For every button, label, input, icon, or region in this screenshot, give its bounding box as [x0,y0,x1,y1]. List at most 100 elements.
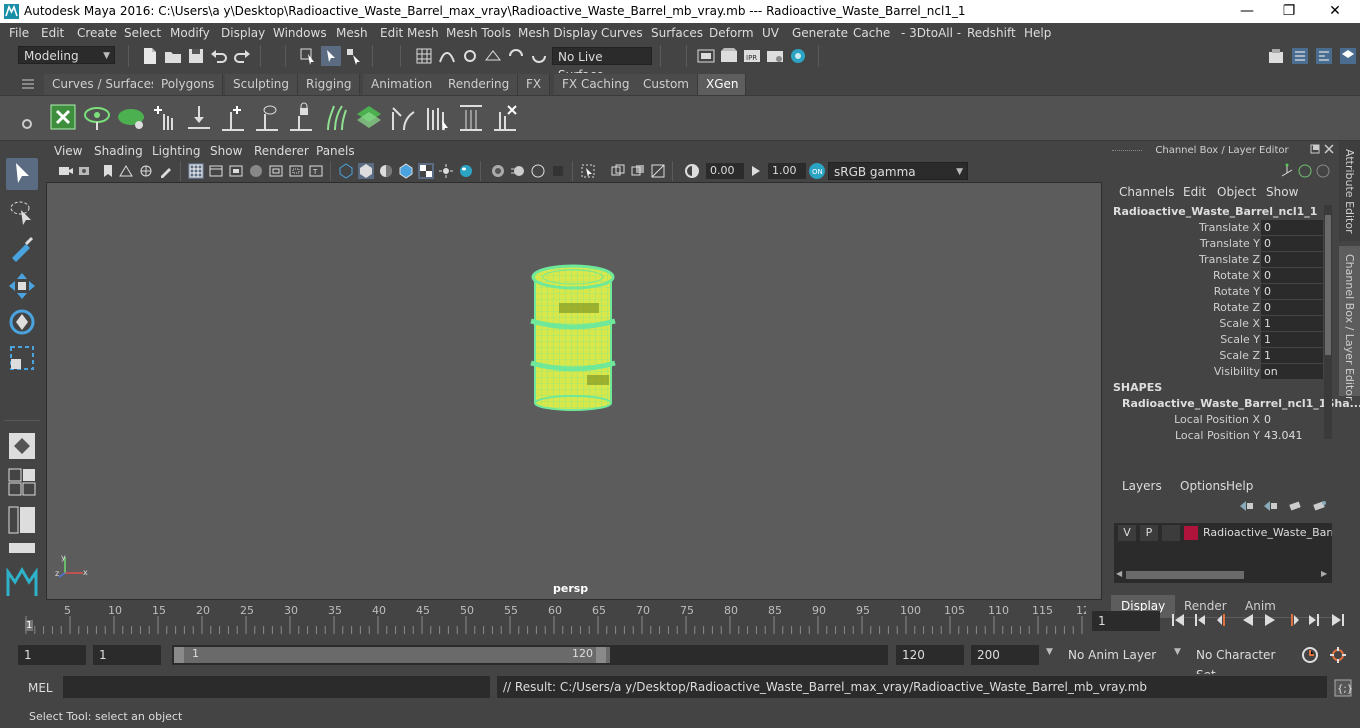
xgen-editor-icon[interactable] [48,102,78,132]
xgen-preview-icon[interactable] [82,102,112,132]
wireframe-icon[interactable] [338,163,354,179]
rotate-tool-icon[interactable] [6,306,38,338]
menu-redshift[interactable]: Redshift [967,26,1016,40]
menu-display[interactable]: Display [221,26,265,40]
attribute-label[interactable]: Rotate Z [1213,301,1260,314]
viewport-menu-shading[interactable]: Shading [94,144,143,158]
tab-curves-surfaces[interactable]: Curves / Surfaces [44,74,167,95]
menu-3dtoall[interactable]: - 3DtoAll - [901,26,961,40]
safe-title-icon[interactable]: T [308,163,324,179]
shape-attribute-value[interactable]: 0 [1261,412,1323,427]
menu-uv[interactable]: UV [762,26,779,40]
motion-blur-icon[interactable] [510,163,526,179]
layer-type-toggle[interactable] [1162,525,1180,541]
gate-mask-icon[interactable] [248,163,264,179]
attribute-label[interactable]: Scale Z [1219,349,1260,362]
snap-to-curve-icon[interactable] [437,46,457,66]
attribute-value[interactable]: 0 [1261,252,1323,267]
attribute-value[interactable]: 0 [1261,236,1323,251]
select-by-object-icon[interactable] [321,46,341,66]
shelf-menu-icon[interactable] [22,79,34,89]
lasso-tool-icon[interactable] [6,196,38,228]
tab-custom[interactable]: Custom [635,74,698,95]
attribute-label[interactable]: Translate Y [1200,237,1260,250]
playback-end-field[interactable]: 120 [896,645,964,665]
options-menu[interactable]: Options [1180,479,1226,493]
attribute-value[interactable]: 0 [1261,300,1323,315]
current-frame-field[interactable]: 1 [1092,611,1160,631]
render-view-icon[interactable] [696,46,716,66]
menu-curves[interactable]: Curves [601,26,643,40]
tab-polygons[interactable]: Polygons [153,74,224,95]
step-forward-frame-icon[interactable] [1306,612,1322,628]
snap-to-view-plane-icon[interactable] [483,46,503,66]
depth-of-field-icon[interactable] [550,163,566,179]
menu-help[interactable]: Help [1024,26,1051,40]
new-empty-layer-icon[interactable] [1288,499,1304,513]
tab-animation[interactable]: Animation [363,74,442,95]
sculpt-guides-icon[interactable] [320,102,350,132]
resolution-gate-icon[interactable] [228,163,244,179]
channel-box-side-tab[interactable]: Channel Box / Layer Editor [1339,246,1360,401]
single-perspective-layout-icon[interactable] [6,430,38,462]
animation-preferences-icon[interactable] [1328,645,1348,665]
gamma-icon[interactable] [748,163,764,179]
guide-visibility-icon[interactable] [252,102,282,132]
grid-toggle-icon[interactable] [188,163,204,179]
modeling-toolkit-icon[interactable] [1266,46,1286,66]
density-brush-icon[interactable] [354,102,384,132]
playback-start-field[interactable]: 1 [93,645,161,665]
attribute-value[interactable]: 1 [1261,348,1323,363]
screen-space-ao-icon[interactable] [490,163,506,179]
lock-guide-icon[interactable] [286,102,316,132]
color-management-icon[interactable]: ON [808,162,826,180]
time-slider[interactable]: 5 10 15 20 25 30 35 40 45 50 55 60 65 70 75 80 85 90 95 100… [18,604,1086,634]
textured-icon[interactable] [418,163,434,179]
move-guide-icon[interactable] [184,102,214,132]
attribute-value[interactable]: 1 [1261,316,1323,331]
shelf-settings-icon[interactable] [21,118,33,130]
hyper-toggle-icon[interactable] [1315,163,1331,179]
show-menu[interactable]: Show [1266,185,1298,199]
menu-windows[interactable]: Windows [273,26,327,40]
xray-icon[interactable] [610,163,626,179]
safe-action-icon[interactable] [288,163,304,179]
anim-layer-selector[interactable]: No Anim Layer [1062,645,1162,665]
menu-edit[interactable]: Edit [41,26,64,40]
shape-attribute-value[interactable]: 43.041 [1261,428,1323,443]
scrollbar-thumb[interactable] [1126,571,1244,579]
maximize-button[interactable]: ❐ [1266,0,1312,23]
menu-generate[interactable]: Generate [792,26,848,40]
camera-icon[interactable] [58,163,74,179]
attribute-editor-side-tab[interactable]: Attribute Editor [1339,141,1360,241]
add-guide-icon[interactable] [150,102,180,132]
bookmark-icon[interactable] [100,163,116,179]
animation-start-field[interactable]: 1 [18,645,86,665]
anti-aliasing-icon[interactable] [530,163,546,179]
chevron-down-icon[interactable]: ▼ [1174,647,1181,657]
auto-key-icon[interactable] [1300,645,1320,665]
tab-rigging[interactable]: Rigging [298,74,361,95]
play-backwards-icon[interactable] [1240,612,1256,628]
attribute-label[interactable]: Rotate Y [1214,285,1260,298]
layer-horizontal-scrollbar[interactable]: ◀ ▶ [1114,569,1332,581]
curves-to-guide-icon[interactable] [422,102,452,132]
make-live-icon[interactable] [506,46,526,66]
shape-attribute-label[interactable]: Local Position X [1174,413,1260,426]
tool-settings-toggle-icon[interactable] [1314,46,1334,66]
render-frame-icon[interactable] [719,46,739,66]
channels-menu[interactable]: Channels [1119,185,1175,199]
menu-mesh-tools[interactable]: Mesh Tools [446,26,511,40]
go-to-end-icon[interactable] [1330,612,1346,628]
range-slider-handle[interactable] [174,647,610,663]
close-panel-icon[interactable] [1324,144,1334,154]
xray-active-components-icon[interactable] [650,163,666,179]
attribute-label[interactable]: Scale Y [1220,333,1260,346]
delete-guide-icon[interactable] [490,102,520,132]
range-start-grip[interactable] [174,647,184,663]
layer-visibility-toggle[interactable]: V [1118,525,1136,541]
step-back-key-icon[interactable] [1216,612,1232,628]
menu-modify[interactable]: Modify [170,26,210,40]
attribute-label[interactable]: Visibility [1214,365,1260,378]
move-tool-icon[interactable] [6,270,38,302]
